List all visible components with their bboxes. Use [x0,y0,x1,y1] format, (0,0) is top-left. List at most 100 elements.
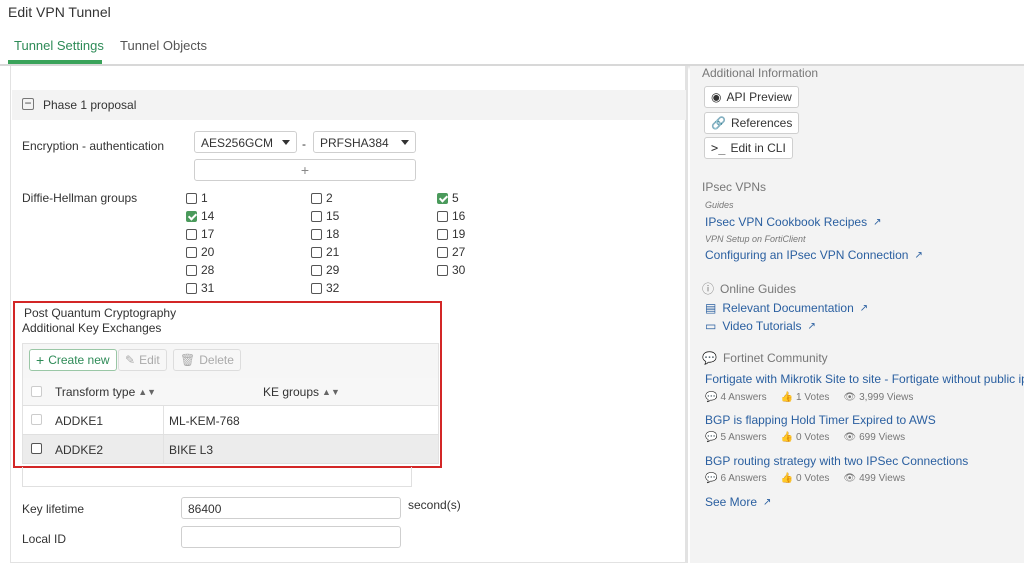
checkbox-icon[interactable] [311,282,322,294]
table-row[interactable]: ADDKE1 ML-KEM-768 [22,406,439,435]
edit-button[interactable]: ✎ Edit [118,349,167,371]
dh-group-label: 31 [201,281,215,295]
cookbook-link[interactable]: IPsec VPN Cookbook Recipes ↗ [705,215,881,229]
checkbox-icon[interactable] [311,264,322,276]
dh-group-label: 30 [452,263,466,277]
checkbox-icon[interactable] [437,264,448,276]
checkbox-icon[interactable] [311,228,322,240]
online-guides-text: Online Guides [720,281,797,296]
pqc-table: Transform type ▲▼ KE groups ▲▼ ADDKE1 ML… [22,378,439,464]
dh-group-label: 15 [326,209,340,223]
table-footer [22,467,412,487]
community-post-link[interactable]: Fortigate with Mikrotik Site to site - F… [705,372,1024,386]
dh-group-checkbox[interactable]: 30 [437,263,465,277]
dh-group-checkbox[interactable]: 27 [437,245,465,259]
dh-group-label: 17 [201,227,215,241]
dh-group-checkbox[interactable]: 16 [437,209,465,223]
edit-cli-label: Edit in CLI [730,141,786,155]
add-proposal-button[interactable]: + [194,159,416,181]
dh-group-checkbox[interactable]: 5 [437,191,459,205]
views-meta: 👁 499 Views [843,473,905,484]
dh-group-checkbox[interactable]: 15 [311,209,339,223]
checkbox-icon[interactable] [186,282,197,294]
create-new-button[interactable]: + Create new [29,349,117,371]
dh-group-checkbox[interactable]: 20 [186,245,214,259]
plus-icon: + [36,352,45,368]
video-tutorials-link[interactable]: ▭ Video Tutorials ↗ [705,319,816,333]
dh-group-checkbox[interactable]: 19 [437,227,465,241]
dh-group-checkbox[interactable]: 29 [311,263,339,277]
cookbook-link-text: IPsec VPN Cookbook Recipes [705,215,868,229]
checkbox-icon[interactable] [186,192,197,204]
additional-info-heading: Additional Information [702,66,819,80]
table-row[interactable]: ADDKE2 BIKE L3 [22,435,439,464]
question-icon: ⓘ [702,282,715,296]
dh-group-checkbox[interactable]: 32 [311,281,339,295]
tab-tunnel-objects[interactable]: Tunnel Objects [120,38,207,53]
edit-cli-button[interactable]: >_ Edit in CLI [704,137,793,159]
delete-button[interactable]: 🗑 Delete [173,349,241,371]
row-checkbox[interactable] [31,414,42,425]
local-id-label: Local ID [22,532,67,546]
eye-icon: 👁 [843,473,857,484]
column-ke-groups[interactable]: KE groups ▲▼ [263,385,340,399]
answers-meta: 💬 4 Answers [705,392,767,403]
post-meta: 💬 5 Answers 👍 0 Votes 👁 699 Views [705,432,905,443]
external-link-icon: ↗ [873,216,882,228]
dh-group-checkbox[interactable]: 18 [311,227,339,241]
create-new-label: Create new [48,353,110,367]
dh-group-checkbox[interactable]: 17 [186,227,214,241]
checkbox-icon[interactable] [311,246,322,258]
checkbox-checked-icon[interactable] [186,210,197,222]
chat-icon: 💬 [702,351,717,365]
transform-cell: ADDKE1 [55,414,104,428]
dh-group-checkbox[interactable]: 28 [186,263,214,277]
external-link-icon: ↗ [914,249,923,261]
checkbox-icon[interactable] [437,210,448,222]
references-button[interactable]: 🔗 References [704,112,800,134]
dh-group-checkbox[interactable]: 21 [311,245,339,259]
dh-group-checkbox[interactable]: 14 [186,209,214,223]
configuring-ipsec-link[interactable]: Configuring an IPsec VPN Connection ↗ [705,248,923,262]
see-more-link[interactable]: See More ↗ [705,495,771,509]
checkbox-icon[interactable] [311,192,322,204]
authentication-select[interactable]: PRFSHA384 [313,131,416,153]
thumbs-up-icon: 👍 [780,432,794,443]
external-link-icon: ↗ [807,320,816,332]
checkbox-icon[interactable] [437,228,448,240]
answers-count: 6 Answers [720,473,767,484]
pqc-title: Post Quantum Cryptography [24,306,177,320]
checkbox-checked-icon[interactable] [437,192,448,204]
encryption-select[interactable]: AES256GCM [194,131,297,153]
phase1-section-header[interactable]: − Phase 1 proposal [12,90,686,120]
dh-group-label: 27 [452,245,466,259]
checkbox-icon[interactable] [186,246,197,258]
active-tab-indicator [8,60,102,64]
column-transform-type[interactable]: Transform type ▲▼ [55,385,156,399]
checkbox-icon[interactable] [186,264,197,276]
local-id-input[interactable] [181,526,401,548]
dh-group-checkbox[interactable]: 2 [311,191,333,205]
community-post-link[interactable]: BGP is flapping Hold Timer Expired to AW… [705,413,936,427]
key-lifetime-input[interactable]: 86400 [181,497,401,519]
dh-group-label: 18 [326,227,340,241]
checkbox-icon[interactable] [311,210,322,222]
dh-group-label: 1 [201,191,208,205]
views-count: 3,999 Views [859,392,914,403]
views-meta: 👁 3,999 Views [843,392,913,403]
dh-group-checkbox[interactable]: 1 [186,191,208,205]
dh-group-checkbox[interactable]: 31 [186,281,214,295]
external-link-icon: ↗ [763,496,772,508]
ke-cell: ML-KEM-768 [169,414,240,428]
checkbox-icon[interactable] [437,246,448,258]
link-icon: 🔗 [711,116,726,130]
collapse-icon[interactable]: − [22,97,34,110]
api-preview-button[interactable]: ◉ API Preview [704,86,799,108]
relevant-docs-link[interactable]: ▤ Relevant Documentation ↗ [705,301,868,315]
tab-tunnel-settings[interactable]: Tunnel Settings [14,38,104,53]
row-checkbox[interactable] [31,443,42,454]
checkbox-icon[interactable] [186,228,197,240]
select-all-checkbox[interactable] [31,386,42,397]
community-post-link[interactable]: BGP routing strategy with two IPSec Conn… [705,454,968,468]
answers-meta: 💬 5 Answers [705,432,767,443]
